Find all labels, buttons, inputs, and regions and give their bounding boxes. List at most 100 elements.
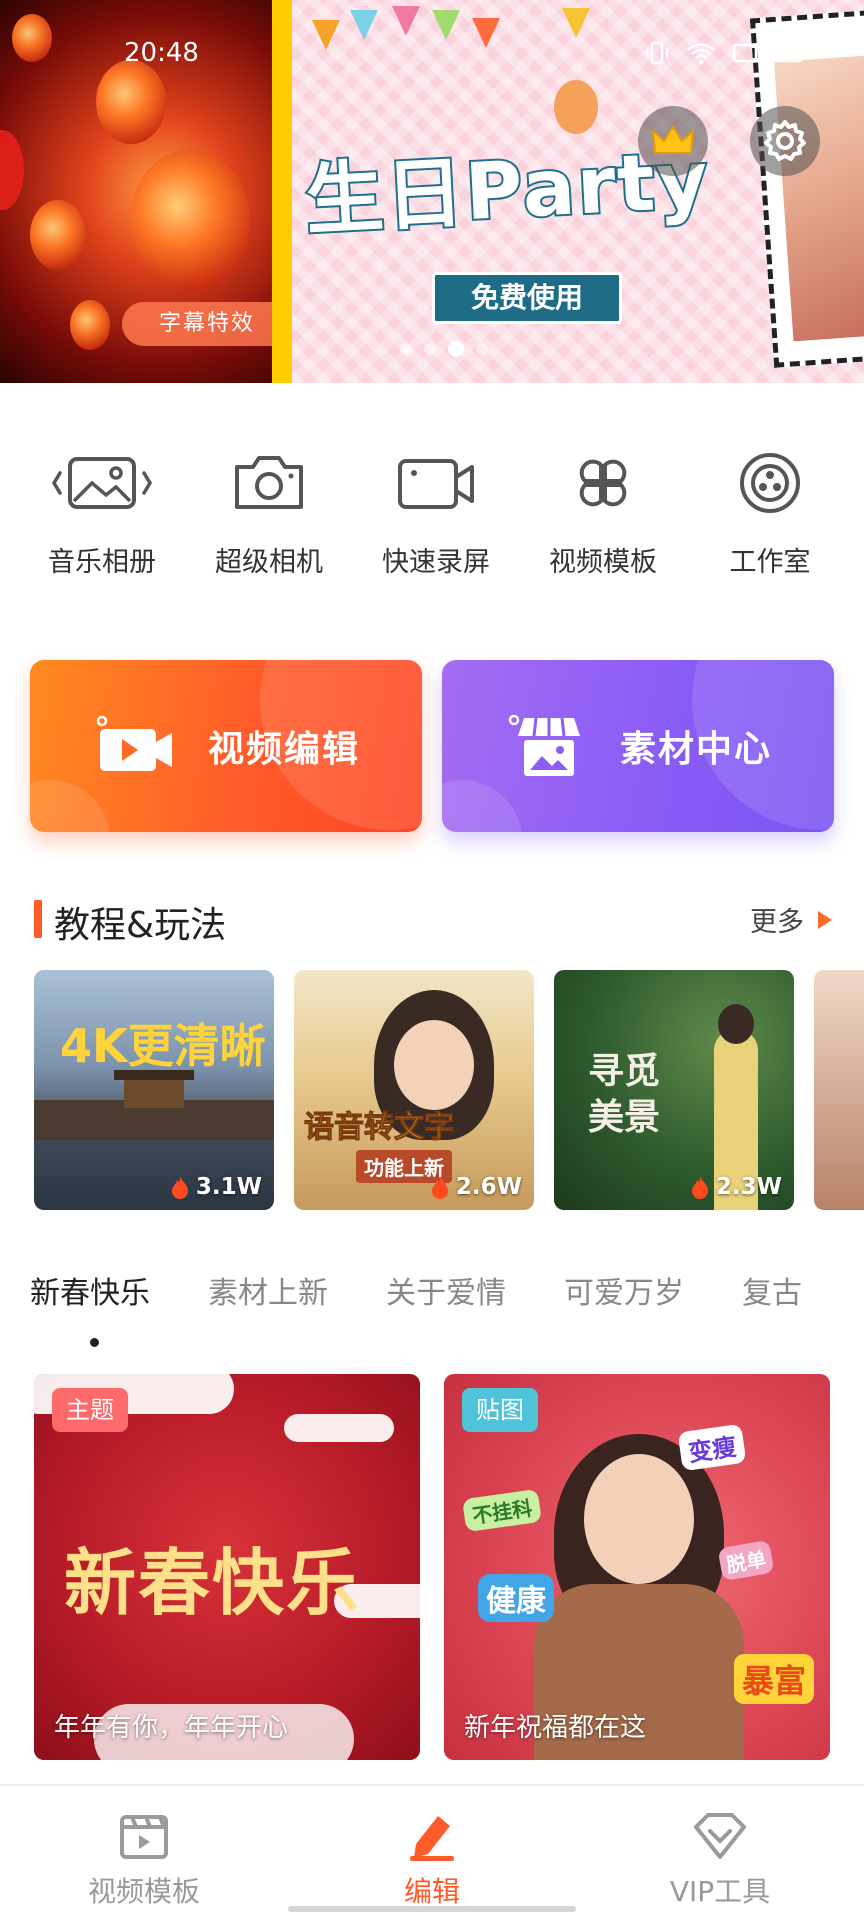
carousel-dot-active[interactable] (448, 341, 464, 357)
screen-record-icon (398, 459, 474, 509)
category-tab-active[interactable]: 新春快乐 (30, 1268, 150, 1328)
lantern-decor (0, 130, 24, 210)
crown-icon (651, 125, 695, 154)
view-count-value: 3.1W (195, 1174, 262, 1200)
woman-head (718, 1004, 754, 1044)
bunting-flag (562, 8, 590, 38)
sticker-text: 脱单 (717, 1539, 775, 1582)
banner-carousel[interactable]: 字幕特效 生日Party 免费使用 20:48 (0, 0, 864, 383)
card-decor (692, 660, 834, 830)
nav-video-templates[interactable]: 视频模板 (0, 1786, 288, 1920)
app-home-screen: 字幕特效 生日Party 免费使用 20:48 音乐相册 超级相机 快速录屏 视… (0, 0, 864, 1920)
carousel-dot[interactable] (400, 343, 412, 355)
more-link[interactable]: 更多 (750, 900, 834, 939)
sticker-caption: 新年祝福都在这 (464, 1713, 647, 1743)
bunting-flag (392, 6, 420, 36)
material-center-card[interactable]: 素材中心 (442, 660, 834, 832)
tool-music-album[interactable]: 音乐相册 (20, 440, 184, 600)
tutorial-overlay-text: 语音转文字 (304, 1110, 455, 1146)
woman-face (584, 1454, 694, 1584)
category-tab[interactable]: 复古 (742, 1268, 802, 1328)
fire-icon (691, 1176, 708, 1199)
theme-card[interactable]: 主题 新春快乐 年年有你，年年开心 (34, 1374, 420, 1760)
camera-icon (235, 456, 303, 509)
bunting-flag (312, 20, 340, 50)
free-use-button[interactable]: 免费使用 (432, 272, 622, 324)
child-photo (774, 55, 864, 342)
carousel-dots (400, 341, 488, 357)
tool-label: 快速录屏 (382, 547, 490, 578)
studio-reel-icon (740, 453, 800, 513)
fire-icon (171, 1176, 188, 1199)
carousel-dot[interactable] (424, 343, 436, 355)
tool-super-camera[interactable]: 超级相机 (187, 440, 351, 600)
lantern-decor (30, 200, 86, 270)
banner-left-caption: 字幕特效 (122, 302, 292, 346)
bunting-flag (350, 10, 378, 40)
carousel-dot[interactable] (476, 343, 488, 355)
tool-screen-record[interactable]: 快速录屏 (354, 440, 518, 600)
sticker-card[interactable]: 贴图 变瘦 不挂科 健康 脱单 暴富 新年祝福都在这 (444, 1374, 830, 1760)
nav-edit[interactable]: 编辑 (288, 1786, 576, 1920)
section-accent-bar (34, 900, 42, 938)
template-grid-icon (579, 459, 627, 507)
theme-caption: 年年有你，年年开心 (54, 1713, 289, 1743)
tutorial-overlay-text: 4K更清晰 (60, 1019, 266, 1073)
tool-video-template[interactable]: 视频模板 (521, 440, 685, 600)
view-count: 2.3W (690, 1174, 782, 1200)
lantern-decor (12, 14, 52, 62)
home-indicator[interactable] (288, 1906, 576, 1912)
category-tabs: 新春快乐 素材上新 关于爱情 可爱万岁 复古 (30, 1268, 864, 1328)
quick-tools-row: 音乐相册 超级相机 快速录屏 视频模板 工作室 (0, 440, 864, 600)
category-tab[interactable]: 关于爱情 (386, 1268, 506, 1328)
tutorial-card-partial[interactable] (814, 970, 864, 1210)
tutorial-carousel[interactable]: 4K更清晰 3.1W 语音转文字 功能上新 2.6W 寻觅 美景 2.3W (34, 970, 864, 1210)
lantern-decor (70, 300, 110, 350)
sticker-text: 变瘦 (677, 1423, 747, 1472)
tool-label: 超级相机 (215, 547, 323, 578)
section-title: 教程&玩法 (54, 905, 227, 946)
woman-face (394, 1020, 474, 1110)
battery-icon (774, 43, 806, 63)
film-template-icon (120, 1815, 168, 1859)
tool-label: 视频模板 (549, 547, 657, 578)
view-count-value: 2.3W (715, 1174, 782, 1200)
bunting-flag (432, 10, 460, 40)
tool-studio[interactable]: 工作室 (688, 440, 852, 600)
fire-icon (431, 1176, 448, 1199)
triangle-right-icon (818, 910, 832, 929)
tutorial-overlay-text: 寻觅 美景 (588, 1050, 661, 1138)
bunting-flag (472, 18, 500, 48)
theme-art-text: 新春快乐 (64, 1540, 361, 1625)
video-edit-card[interactable]: 视频编辑 (30, 660, 422, 832)
sticker-badge: 贴图 (462, 1388, 538, 1432)
video-play-icon (96, 715, 172, 771)
lantern-decor (130, 150, 250, 290)
sticker-text: 不挂科 (462, 1488, 542, 1533)
nav-vip-tools[interactable]: VIP工具 (576, 1786, 864, 1920)
sticker-text: 暴富 (734, 1654, 815, 1704)
category-tab[interactable]: 素材上新 (208, 1268, 328, 1328)
edit-pencil-icon (410, 1816, 454, 1861)
lantern-decor (96, 60, 166, 144)
tutorial-card[interactable]: 语音转文字 功能上新 2.6W (294, 970, 534, 1210)
vip-diamond-icon (694, 1813, 746, 1859)
tool-label: 工作室 (729, 547, 811, 578)
nav-label: 编辑 (403, 1875, 460, 1908)
tutorial-card[interactable]: 4K更清晰 3.1W (34, 970, 274, 1210)
vip-crown-button[interactable] (638, 106, 708, 176)
card-icon-wrap (504, 703, 590, 789)
sticker-text: 健康 (478, 1574, 554, 1622)
view-count: 2.6W (430, 1174, 522, 1200)
photo-album-icon (51, 457, 153, 509)
category-tab-indicator (90, 1338, 99, 1347)
status-icons (644, 40, 808, 66)
store-icon (508, 714, 580, 776)
settings-button[interactable] (750, 106, 820, 176)
category-tab[interactable]: 可爱万岁 (564, 1268, 684, 1328)
vibrate-icon (645, 41, 669, 65)
view-count-value: 2.6W (455, 1174, 522, 1200)
wifi-icon (687, 43, 715, 65)
tool-label: 音乐相册 (48, 547, 156, 578)
tutorial-card[interactable]: 寻觅 美景 2.3W (554, 970, 794, 1210)
